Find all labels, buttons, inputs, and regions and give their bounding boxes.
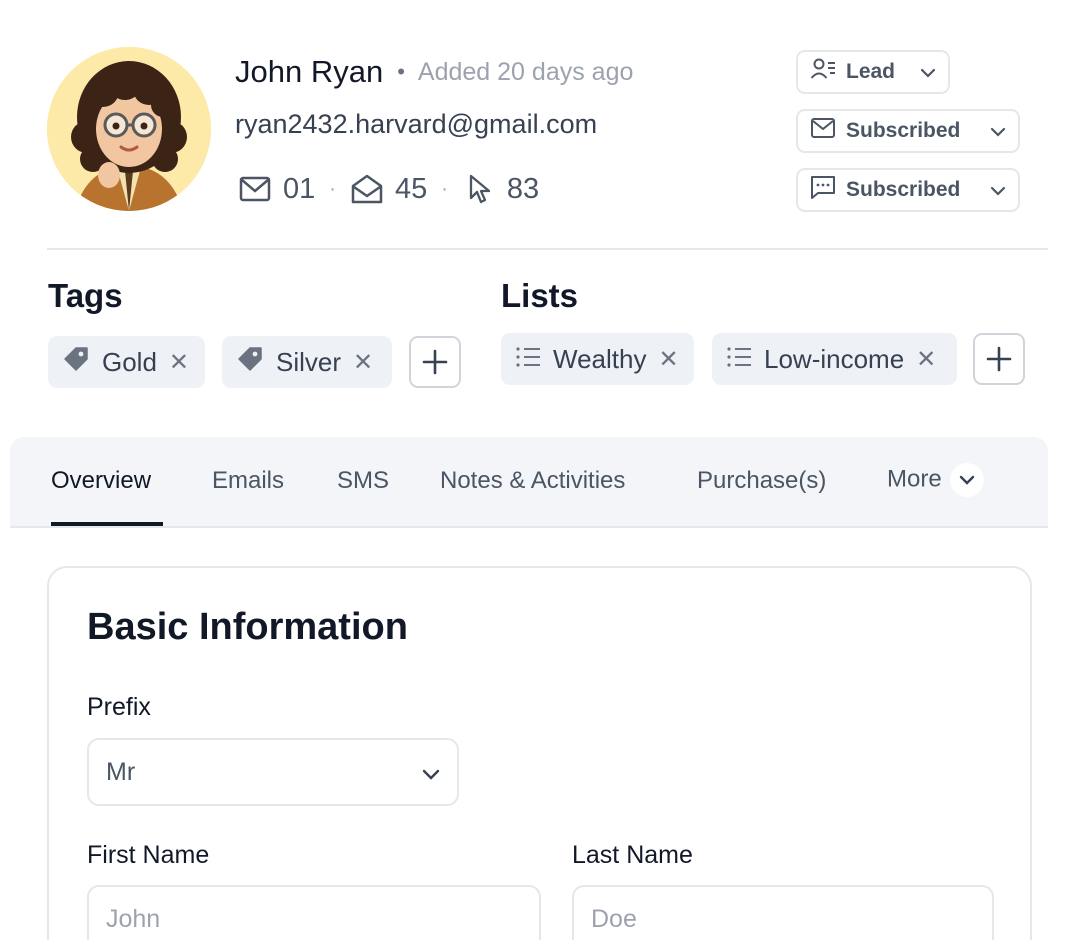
contact-name: John Ryan <box>235 54 384 89</box>
tab-notes-activities[interactable]: Notes & Activities <box>440 467 625 495</box>
last-name-placeholder: Doe <box>591 904 637 933</box>
avatar <box>47 47 211 211</box>
chevron-down-icon <box>422 758 440 787</box>
user-list-icon <box>810 57 836 87</box>
contact-email: ryan2432.harvard@gmail.com <box>235 109 598 139</box>
list-chip-wealthy: Wealthy ✕ <box>501 333 694 385</box>
tag-label: Gold <box>102 346 157 377</box>
separator-dot: · <box>441 177 448 200</box>
first-name-placeholder: John <box>106 904 161 933</box>
remove-list-icon[interactable]: ✕ <box>916 345 936 374</box>
last-name-field[interactable]: Doe <box>572 885 994 940</box>
first-name-field[interactable]: John <box>87 885 541 940</box>
tag-chip-gold: Gold ✕ <box>48 336 205 388</box>
remove-tag-icon[interactable]: ✕ <box>353 348 373 377</box>
tags-title: Tags <box>48 277 123 314</box>
tag-icon <box>236 345 264 380</box>
tag-chip-silver: Silver ✕ <box>222 336 392 388</box>
tab-more-label: More <box>887 465 942 493</box>
plus-icon <box>986 346 1012 372</box>
mail-icon <box>810 117 836 145</box>
message-icon <box>810 175 836 205</box>
header-divider <box>47 248 1048 250</box>
tab-purchases[interactable]: Purchase(s) <box>697 467 826 495</box>
mail-open-icon <box>350 172 384 206</box>
first-name-label: First Name <box>87 841 210 869</box>
emails-sent-count: 01 <box>283 172 316 205</box>
add-tag-button[interactable] <box>409 336 461 388</box>
tab-bar: Overview Emails SMS Notes & Activities P… <box>10 437 1048 528</box>
remove-list-icon[interactable]: ✕ <box>658 345 678 374</box>
last-name-label: Last Name <box>572 841 693 869</box>
tab-more[interactable]: More <box>887 463 984 497</box>
list-label: Wealthy <box>553 343 647 374</box>
lists-title: Lists <box>501 277 579 314</box>
chevron-down-icon <box>990 178 1006 202</box>
list-icon <box>515 344 541 375</box>
email-subscription-dropdown[interactable]: Subscribed <box>796 109 1020 153</box>
plus-icon <box>422 349 448 375</box>
active-tab-indicator <box>51 522 163 526</box>
chevron-down-icon <box>920 60 936 84</box>
lifecycle-dropdown[interactable]: Lead <box>796 50 950 94</box>
chevron-down-icon <box>990 119 1006 143</box>
separator-dot: · <box>329 177 336 200</box>
prefix-value: Mr <box>106 757 136 786</box>
list-label: Low-income <box>764 343 905 374</box>
list-chip-low-income: Low-income ✕ <box>712 333 957 385</box>
memoji-avatar-image <box>47 47 211 211</box>
added-date: Added 20 days ago <box>417 57 634 86</box>
tab-overview[interactable]: Overview <box>51 467 151 495</box>
prefix-label: Prefix <box>87 693 151 721</box>
tab-sms[interactable]: SMS <box>337 467 389 495</box>
email-subscription-value: Subscribed <box>846 119 961 142</box>
remove-tag-icon[interactable]: ✕ <box>169 348 189 377</box>
list-icon <box>726 344 752 375</box>
tab-emails[interactable]: Emails <box>212 467 284 495</box>
cursor-click-icon <box>462 172 496 206</box>
add-list-button[interactable] <box>973 333 1025 385</box>
clicks-count: 83 <box>506 172 540 205</box>
basic-information-card: Basic Information Prefix Mr First Name J… <box>47 566 1032 940</box>
sms-subscription-dropdown[interactable]: Subscribed <box>796 168 1020 212</box>
engagement-stats: 01 · 45 · 83 <box>238 172 539 206</box>
tag-icon <box>62 345 90 380</box>
separator-dot: • <box>397 59 405 84</box>
lifecycle-value: Lead <box>846 60 896 83</box>
tag-label: Silver <box>276 346 342 377</box>
sms-subscription-value: Subscribed <box>846 178 961 201</box>
mail-icon <box>238 172 272 206</box>
emails-opened-count: 45 <box>394 172 428 205</box>
card-title: Basic Information <box>87 606 408 648</box>
contact-header: John Ryan • Added 20 days ago <box>235 54 633 90</box>
prefix-select[interactable]: Mr <box>87 738 459 806</box>
chevron-down-icon <box>949 463 984 497</box>
